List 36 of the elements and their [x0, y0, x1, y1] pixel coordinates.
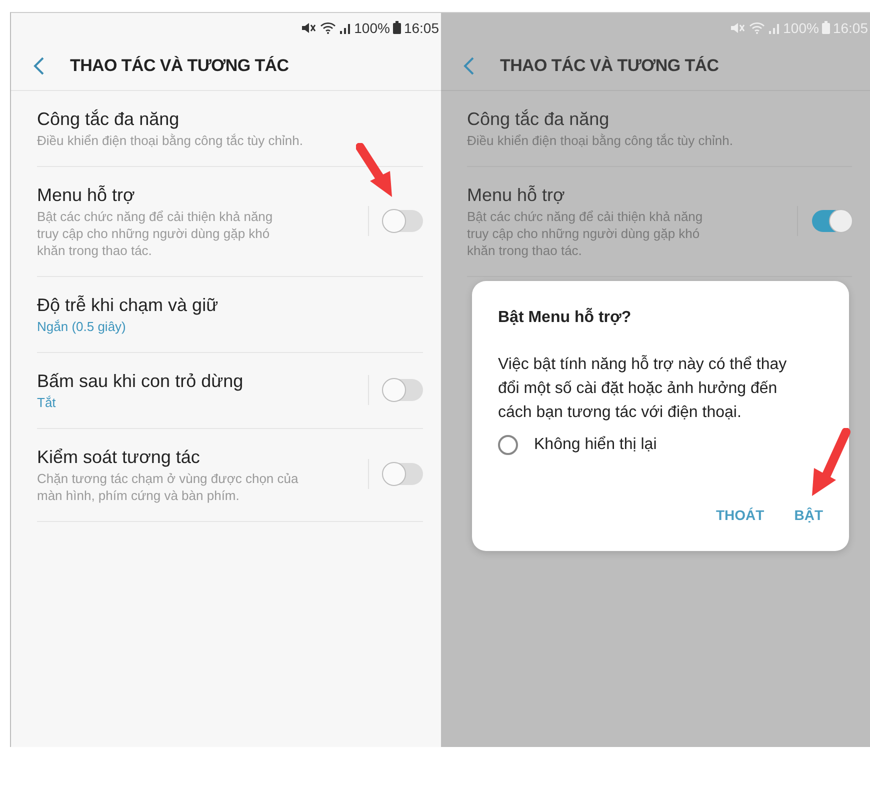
mute-icon [730, 22, 746, 34]
setting-description: Tắt [37, 394, 56, 411]
setting-title[interactable]: Menu hỗ trợ [37, 182, 135, 208]
signal-icon [768, 22, 780, 34]
setting-title[interactable]: Công tắc đa năng [467, 106, 610, 132]
toggle-switch[interactable] [383, 378, 423, 400]
battery-icon [392, 21, 401, 34]
wifi-icon [749, 22, 766, 34]
radio-button[interactable] [498, 435, 518, 455]
back-icon[interactable] [33, 57, 45, 75]
dialog-title: Bật Menu hỗ trợ? [498, 309, 632, 327]
battery-icon [822, 21, 830, 34]
setting-title[interactable]: Kiểm soát tương tác [37, 444, 200, 470]
setting-description: Bật các chức năng để cải thiện khả năng truy cập cho những người dùng gặp khó khăn trong thao tác. [467, 208, 703, 259]
setting-title[interactable]: Độ trễ khi chạm và giữ [37, 292, 218, 318]
back-icon[interactable] [463, 57, 475, 75]
battery-percent: 100% [354, 20, 390, 36]
radio-label[interactable]: Không hiển thị lại [534, 436, 657, 454]
toggle-switch[interactable] [383, 463, 423, 485]
toggle-switch[interactable] [812, 210, 852, 232]
clock: 16:05 [404, 20, 439, 36]
setting-description: Điều khiển điện thoại bằng công tắc tùy chỉnh. [467, 132, 733, 149]
setting-description: Ngắn (0.5 giây) [37, 318, 126, 335]
screen-title: THAO TÁC VÀ TƯƠNG TÁC [70, 56, 289, 76]
setting-title[interactable]: Menu hỗ trợ [467, 182, 565, 208]
setting-description: Điều khiển điện thoại bằng công tắc tùy chỉnh. [37, 132, 303, 149]
wifi-icon [320, 22, 336, 34]
screen-title: THAO TÁC VÀ TƯƠNG TÁC [500, 56, 719, 76]
signal-icon [339, 22, 352, 34]
toggle-switch[interactable] [383, 210, 423, 232]
setting-description: Chặn tương tác chạm ở vùng được chọn của màn hình, phím cứng và bàn phím. [37, 470, 298, 504]
mute-icon [301, 22, 318, 34]
setting-title[interactable]: Công tắc đa năng [37, 106, 180, 132]
dialog-message: Việc bật tính năng hỗ trợ này có thể thay đổi một số cài đặt hoặc ảnh hưởng đến cách bạn tương tác với điện thoại. [498, 354, 788, 423]
setting-description: Bật các chức năng để cải thiện khả năng truy cập cho những người dùng gặp khó khăn trong thao tác. [37, 208, 273, 259]
setting-title[interactable]: Bấm sau khi con trỏ dừng [37, 368, 244, 394]
